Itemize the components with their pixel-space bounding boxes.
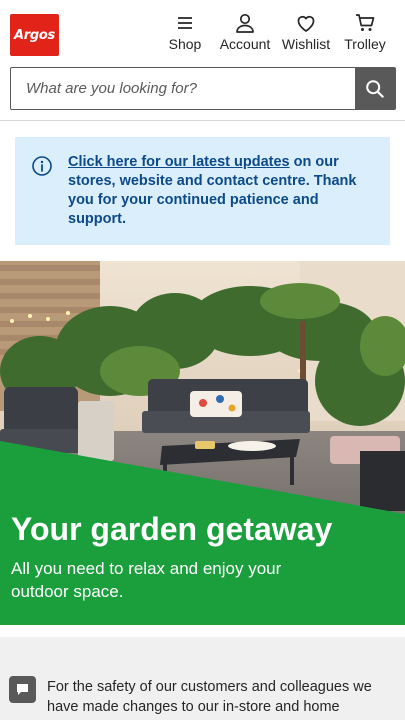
nav-trolley-label: Trolley	[344, 36, 386, 52]
hero-title: Your garden getaway	[11, 511, 333, 547]
logo-text: Argos	[14, 27, 55, 43]
latest-updates-link[interactable]: Click here for our latest updates	[68, 154, 290, 170]
info-icon	[32, 156, 52, 176]
nav-account[interactable]: Account	[218, 12, 272, 52]
nav-wishlist[interactable]: Wishlist	[279, 12, 333, 52]
search-bar	[10, 67, 396, 110]
updates-notice: Click here for our latest updates on our…	[15, 137, 390, 245]
search-input[interactable]	[11, 68, 355, 109]
chat-button[interactable]	[9, 676, 36, 703]
heart-icon	[297, 15, 315, 32]
nav-shop[interactable]: Shop	[164, 12, 206, 52]
user-icon	[236, 13, 254, 33]
menu-icon	[178, 17, 192, 29]
notice-text: Click here for our latest updates on our…	[68, 153, 372, 229]
trolley-icon	[356, 14, 375, 31]
search-icon	[366, 79, 384, 98]
safety-text: For the safety of our customers and coll…	[47, 679, 372, 720]
hero-banner[interactable]: Your garden getaway All you need to rela…	[0, 261, 405, 625]
nav-shop-label: Shop	[168, 36, 202, 52]
site-header: Argos Shop Account Wishlist Trolley	[0, 0, 405, 62]
safety-notice: For the safety of our customers and coll…	[0, 637, 405, 720]
hero-subtitle: All you need to relax and enjoy your out…	[11, 559, 282, 601]
nav-trolley[interactable]: Trolley	[342, 12, 388, 52]
argos-logo[interactable]: Argos	[10, 14, 59, 56]
header-divider	[0, 120, 405, 121]
nav-wishlist-label: Wishlist	[281, 36, 331, 52]
nav-account-label: Account	[219, 36, 271, 52]
chat-icon	[17, 684, 28, 695]
search-button[interactable]	[355, 68, 395, 109]
